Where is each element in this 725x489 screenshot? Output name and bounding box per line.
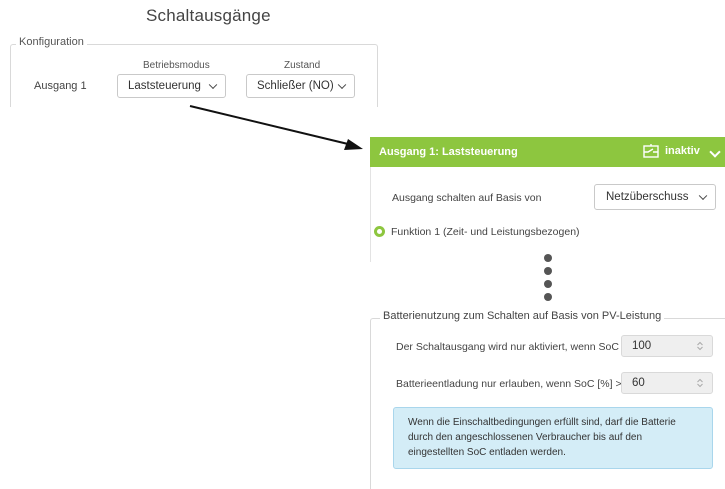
ellipsis-dot xyxy=(544,293,552,301)
function-label: Funktion 1 (Zeit- und Leistungsbezogen) xyxy=(391,226,580,238)
info-alert: Wenn die Einschaltbedingungen erfüllt si… xyxy=(393,407,713,469)
spinner-icon[interactable] xyxy=(697,341,703,351)
basis-select-value: Netzüberschuss xyxy=(606,191,689,203)
state-select-value: Schließer (NO) xyxy=(257,80,334,92)
output-panel-header[interactable]: Ausgang 1: Laststeuerung inaktiv xyxy=(370,137,725,167)
soc-discharge-label: Batterieentladung nur erlauben, wenn SoC… xyxy=(396,378,628,390)
ellipsis-dot xyxy=(544,267,552,275)
state-select[interactable]: Schließer (NO) xyxy=(246,74,355,98)
chevron-down-icon xyxy=(698,191,708,201)
ellipsis-dot xyxy=(544,280,552,288)
mode-select-value: Laststeuerung xyxy=(128,80,201,92)
soc-discharge-input[interactable]: 60 xyxy=(621,372,713,394)
output-row-label: Ausgang 1 xyxy=(34,80,87,92)
output-panel-title: Ausgang 1: Laststeuerung xyxy=(379,146,518,158)
basis-label: Ausgang schalten auf Basis von xyxy=(392,192,542,204)
mode-select[interactable]: Laststeuerung xyxy=(117,74,226,98)
ellipsis-dot xyxy=(544,254,552,262)
chevron-down-icon[interactable] xyxy=(709,146,721,158)
configuration-legend: Konfiguration xyxy=(16,36,87,48)
soc-activate-input[interactable]: 100 xyxy=(621,335,713,357)
battery-legend: Batterienutzung zum Schalten auf Basis v… xyxy=(380,310,665,322)
page-title: Schaltausgänge xyxy=(146,6,271,25)
soc-activate-label: Der Schaltausgang wird nur aktiviert, we… xyxy=(396,341,653,353)
switch-icon xyxy=(643,144,659,158)
chevron-down-icon xyxy=(337,80,347,90)
basis-select[interactable]: Netzüberschuss xyxy=(594,184,716,210)
column-header-state: Zustand xyxy=(284,60,321,71)
status-label: inaktiv xyxy=(665,145,700,157)
status-badge: inaktiv xyxy=(641,143,700,159)
spinner-icon[interactable] xyxy=(697,378,703,388)
soc-discharge-value: 60 xyxy=(632,377,645,389)
panel-border xyxy=(370,167,371,262)
column-header-mode: Betriebsmodus xyxy=(143,60,210,71)
chevron-down-icon xyxy=(208,80,218,90)
function-radio[interactable] xyxy=(374,226,385,237)
soc-activate-value: 100 xyxy=(632,340,652,352)
